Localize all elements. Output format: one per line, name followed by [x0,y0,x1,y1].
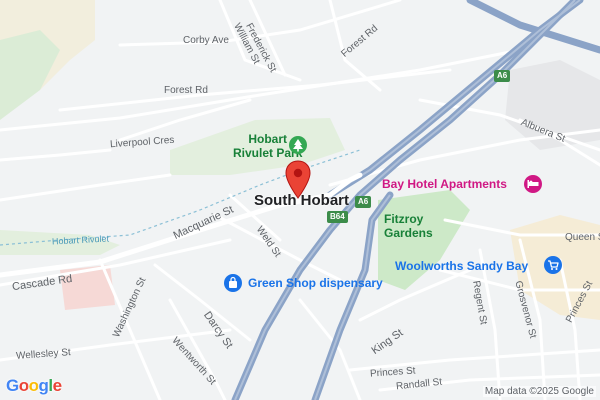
shopping-bag-icon[interactable] [223,273,243,293]
poi-label-hotel[interactable]: Bay Hotel Apartments [382,178,507,190]
logo-letter: o [18,376,29,395]
park-tree-icon[interactable] [288,135,308,155]
logo-letter: g [38,376,49,395]
route-shield-a6-mid: A6 [355,196,372,208]
street-label-forest-mid: Forest Rd [164,85,208,96]
logo-letter: G [6,376,19,395]
google-logo[interactable]: Google [6,376,62,396]
shopping-cart-icon[interactable] [543,255,563,275]
logo-letter: e [52,376,62,395]
poi-label-woolworths[interactable]: Woolworths Sandy Bay [395,260,528,272]
fitzroy-label-line2: Gardens [384,226,433,240]
street-label-queen: Queen S [565,232,600,243]
park-label-fitzroy[interactable]: Fitzroy Gardens [384,212,433,240]
hotel-bed-icon[interactable] [523,174,543,194]
fitzroy-label-line1: Fitzroy [384,212,424,226]
location-pin-icon[interactable] [284,160,312,200]
logo-letter: o [28,376,39,395]
route-shield-b64: B64 [327,211,348,223]
poi-label-shop[interactable]: Green Shop dispensary [248,277,383,289]
map-attribution[interactable]: Map data ©2025 Google [482,386,596,397]
map-canvas[interactable]: Corby Ave Frederick St William St Forest… [0,0,600,400]
route-shield-a6-top: A6 [494,70,511,82]
street-label-corby: Corby Ave [183,35,229,46]
